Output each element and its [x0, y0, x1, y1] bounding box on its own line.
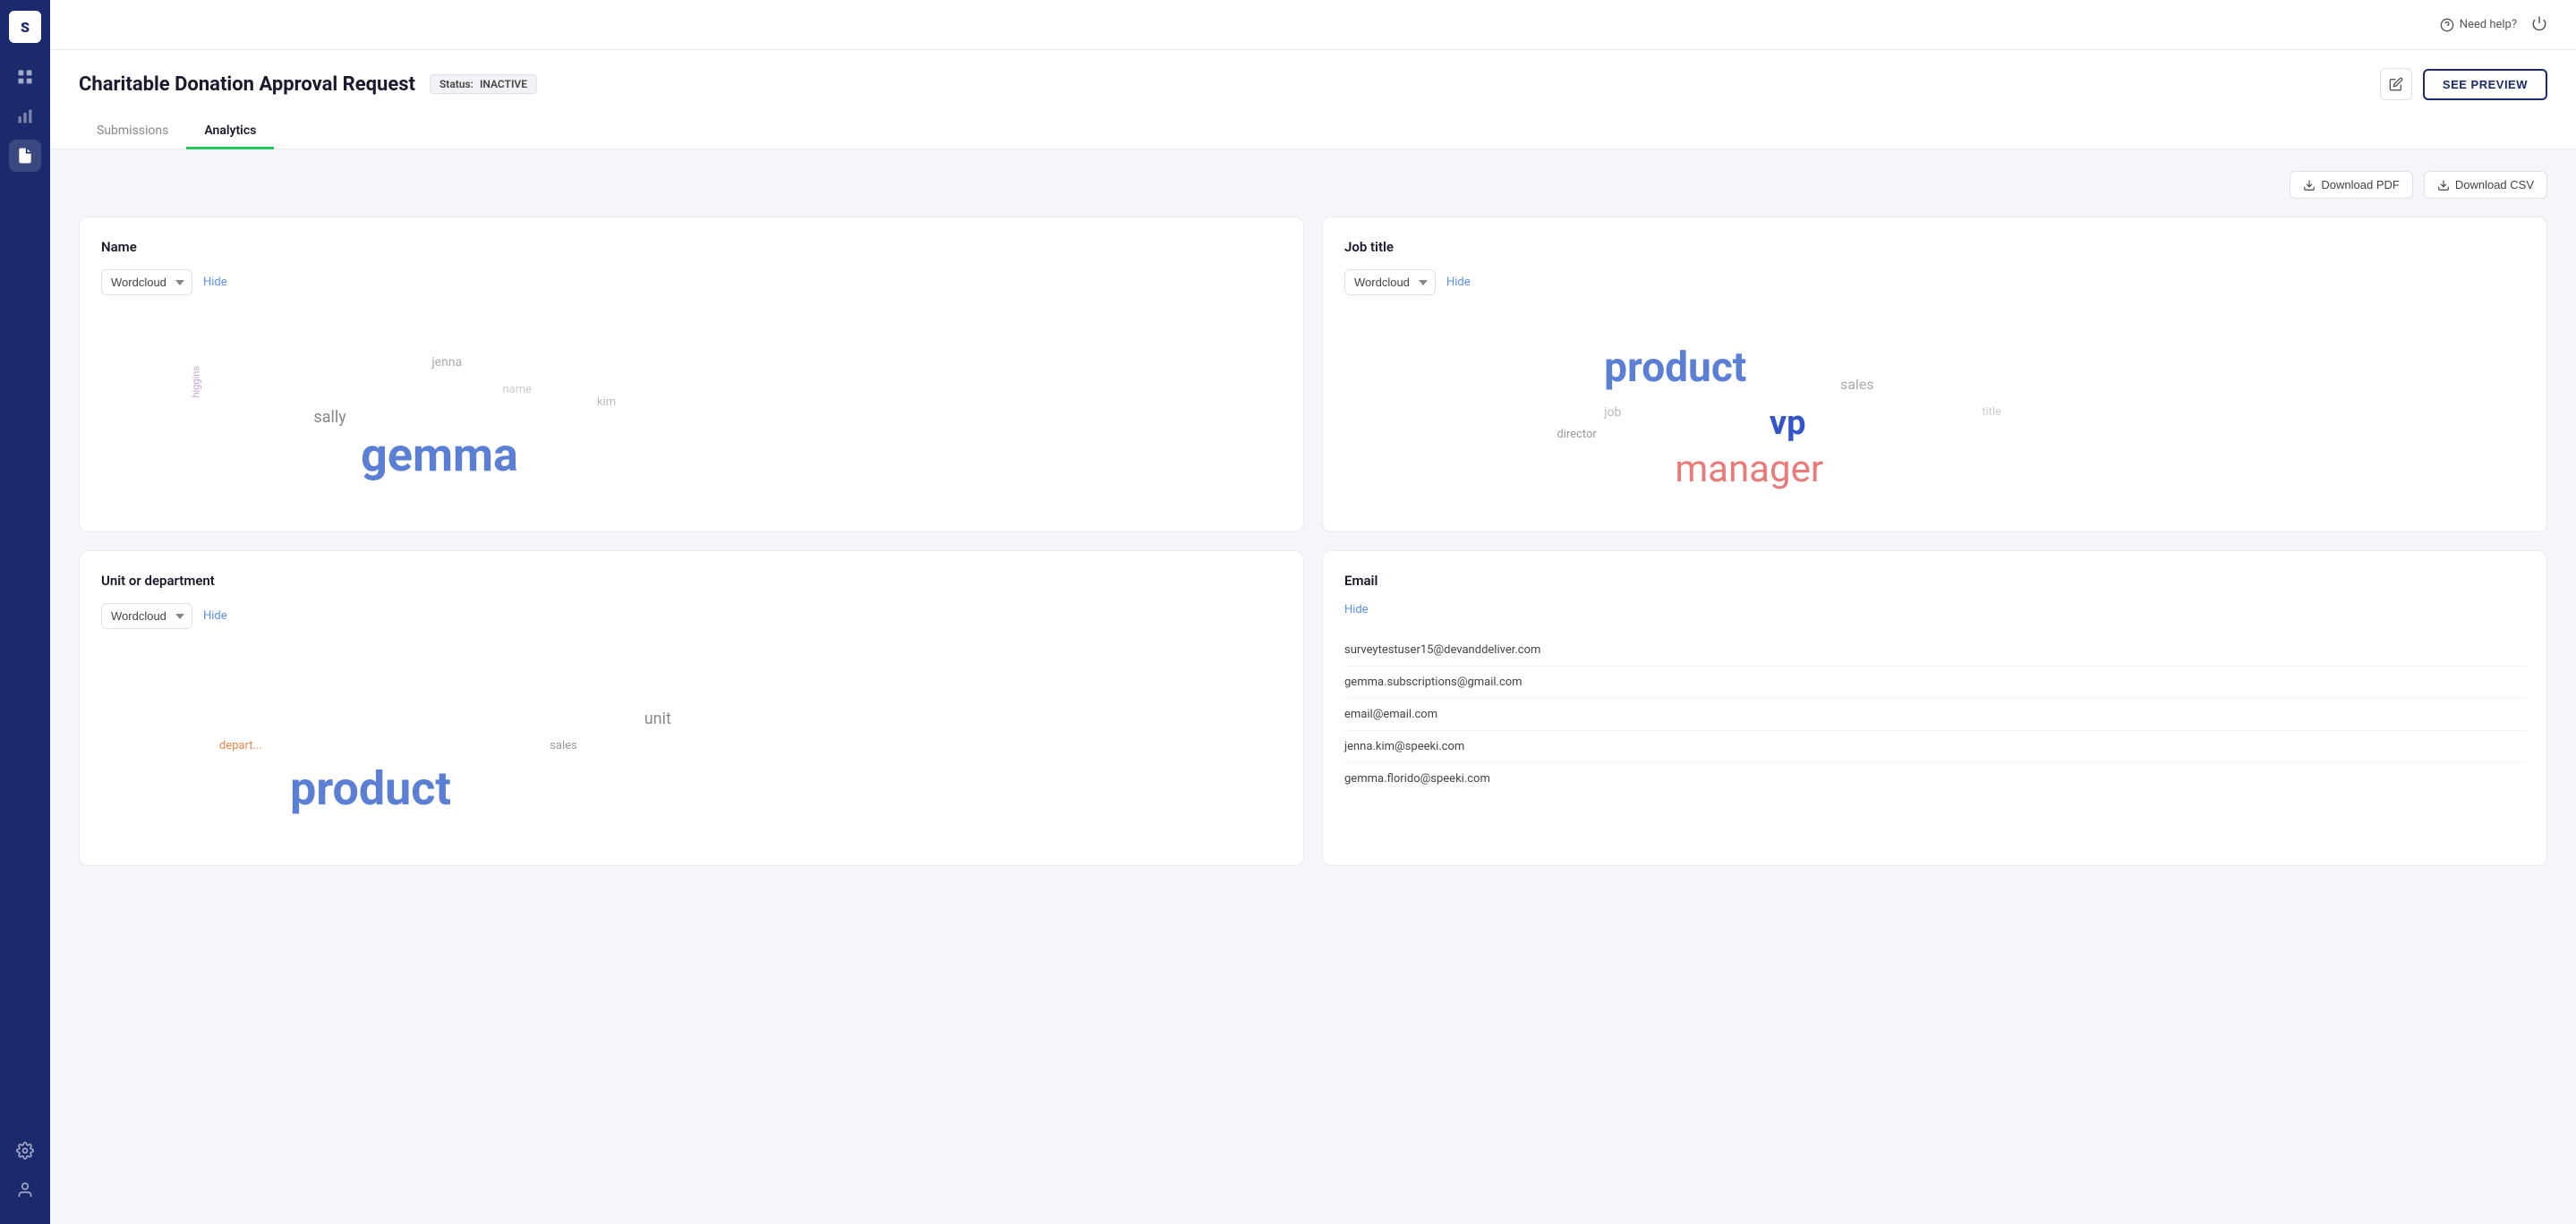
download-pdf-button[interactable]: Download PDF — [2290, 171, 2412, 199]
wc-word: vp — [1770, 404, 1806, 443]
name-chart-type-select[interactable]: Wordcloud — [101, 269, 192, 295]
wc-word: title — [1982, 405, 2001, 419]
page-header: Charitable Donation Approval Request Sta… — [50, 50, 2576, 149]
tabs: Submissions Analytics — [79, 115, 2547, 149]
unit-wordcloud: product unit depart... sales — [101, 647, 1282, 844]
topbar-right: Need help? — [2440, 15, 2547, 35]
main-area: Need help? Charitable Donation Approval … — [50, 0, 2576, 1224]
email-hide-link[interactable]: Hide — [1344, 603, 1369, 616]
unit-hide-link[interactable]: Hide — [203, 609, 227, 623]
wc-word: job — [1604, 405, 1621, 420]
sidebar-item-home[interactable] — [9, 61, 41, 93]
name-card-title: Name — [101, 239, 1282, 255]
sidebar: S — [0, 0, 50, 1224]
name-wordcloud: gemma sally jenna kim name higgins — [101, 313, 1282, 510]
sidebar-item-documents[interactable] — [9, 140, 41, 172]
page-title: Charitable Donation Approval Request — [79, 73, 415, 96]
unit-card: Unit or department Wordcloud Hide produc… — [79, 550, 1304, 866]
email-card: Email Hide surveytestuser15@devanddelive… — [1322, 550, 2547, 866]
name-card: Name Wordcloud Hide gemma sally jenna ki… — [79, 217, 1304, 532]
email-item: surveytestuser15@devanddeliver.com — [1344, 634, 2525, 667]
sidebar-item-settings[interactable] — [9, 1135, 41, 1167]
email-item: gemma.florido@speeki.com — [1344, 763, 2525, 795]
wc-word: sally — [313, 408, 345, 427]
job-title-card-title: Job title — [1344, 239, 2525, 255]
tab-analytics[interactable]: Analytics — [186, 115, 274, 149]
wc-word: jenna — [431, 355, 462, 370]
status-badge: Status: INACTIVE — [430, 74, 537, 94]
job-title-card-controls: Wordcloud Hide — [1344, 269, 2525, 295]
wc-word: sales — [550, 739, 577, 752]
wc-word: manager — [1675, 447, 1823, 491]
email-item: gemma.subscriptions@gmail.com — [1344, 667, 2525, 699]
unit-card-controls: Wordcloud Hide — [101, 603, 1282, 629]
download-bar: Download PDF Download CSV — [79, 171, 2547, 199]
email-list: surveytestuser15@devanddeliver.com gemma… — [1344, 634, 2525, 795]
wc-word: depart... — [219, 739, 262, 752]
content-area: Download PDF Download CSV Name Wordcloud… — [50, 149, 2576, 1224]
job-title-chart-type-select[interactable]: Wordcloud — [1344, 269, 1436, 295]
wc-word: unit — [644, 710, 671, 728]
header-actions: SEE PREVIEW — [2380, 68, 2547, 100]
email-item: jenna.kim@speeki.com — [1344, 731, 2525, 763]
edit-button[interactable] — [2380, 68, 2412, 100]
page-title-row: Charitable Donation Approval Request Sta… — [79, 68, 2547, 100]
wc-word: name — [502, 383, 532, 396]
wc-word: product — [290, 761, 451, 816]
unit-chart-type-select[interactable]: Wordcloud — [101, 603, 192, 629]
sidebar-item-user[interactable] — [9, 1174, 41, 1206]
job-title-wordcloud: product sales vp job title director mana… — [1344, 313, 2525, 510]
wc-word: gemma — [361, 428, 518, 482]
wc-word: sales — [1840, 376, 1874, 393]
download-csv-button[interactable]: Download CSV — [2424, 171, 2547, 199]
name-card-controls: Wordcloud Hide — [101, 269, 1282, 295]
job-title-hide-link[interactable]: Hide — [1446, 276, 1471, 289]
email-card-controls: Hide — [1344, 603, 2525, 616]
wc-word: product — [1604, 344, 1746, 392]
analytics-cards: Name Wordcloud Hide gemma sally jenna ki… — [79, 217, 2547, 866]
tab-submissions[interactable]: Submissions — [79, 115, 186, 149]
email-item: email@email.com — [1344, 699, 2525, 731]
topbar: Need help? — [50, 0, 2576, 50]
wc-word: kim — [597, 395, 616, 409]
power-button[interactable] — [2531, 15, 2547, 35]
wc-word: director — [1557, 428, 1596, 441]
app-logo[interactable]: S — [9, 11, 41, 43]
wc-word: higgins — [190, 366, 201, 398]
email-card-title: Email — [1344, 573, 2525, 589]
sidebar-item-chart[interactable] — [9, 100, 41, 132]
job-title-card: Job title Wordcloud Hide product sales v… — [1322, 217, 2547, 532]
need-help-button[interactable]: Need help? — [2440, 18, 2517, 32]
see-preview-button[interactable]: SEE PREVIEW — [2423, 69, 2547, 100]
name-hide-link[interactable]: Hide — [203, 276, 227, 289]
unit-card-title: Unit or department — [101, 573, 1282, 589]
